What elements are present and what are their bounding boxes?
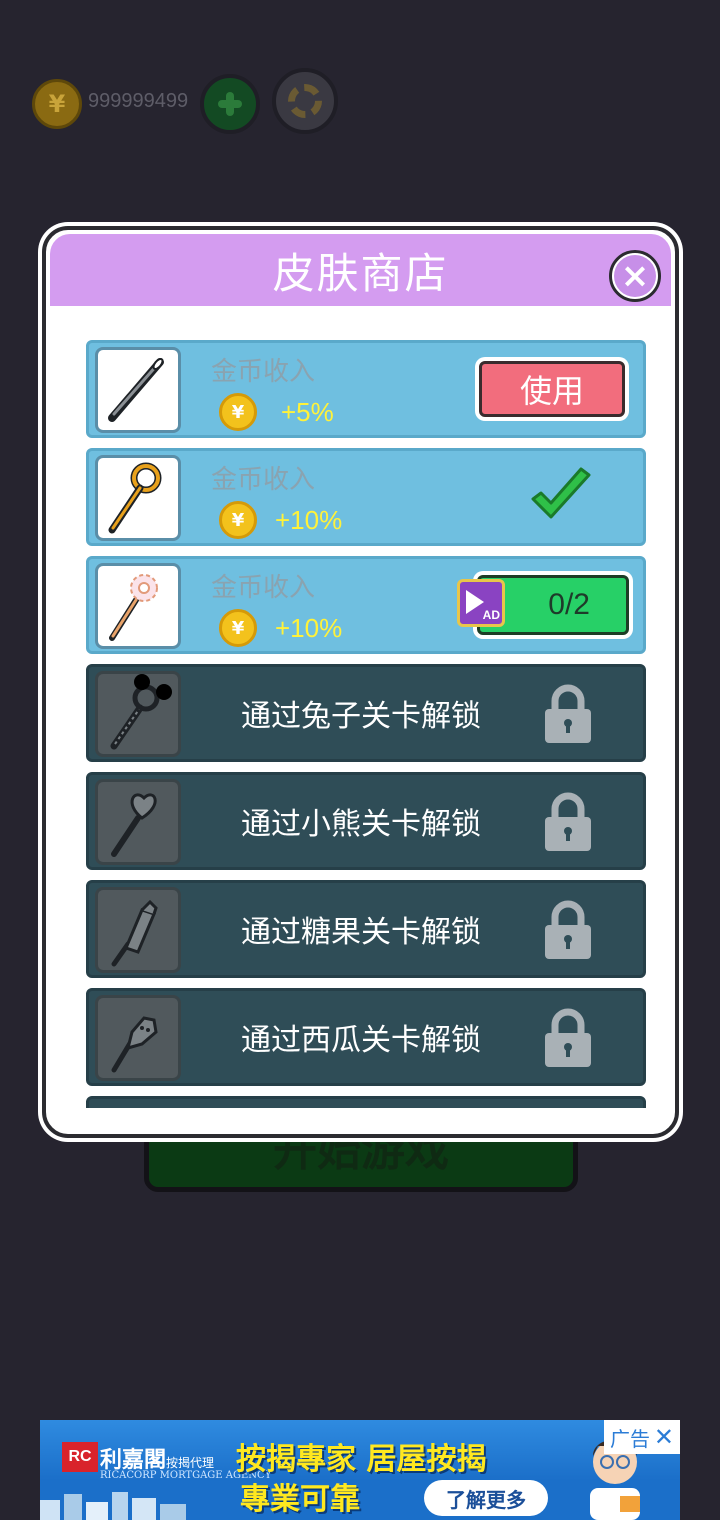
income-bonus: +10%	[275, 505, 343, 535]
skin-mouse-thumbnail	[95, 671, 181, 757]
lock-icon	[545, 900, 591, 959]
income-label: 金币收入	[211, 357, 316, 387]
use-skin-button[interactable]: 使用	[475, 357, 629, 421]
coin-icon: ¥	[219, 393, 257, 431]
skin-row-needle[interactable]: 金币收入 ¥ +5% 使用	[86, 340, 646, 438]
income-label: 金币收入	[211, 465, 316, 495]
income-bonus: +10%	[275, 613, 343, 643]
close-ad-icon[interactable]: ✕	[654, 1425, 674, 1449]
unlock-condition: 通过兔子关卡解锁	[241, 699, 481, 734]
ad-banner[interactable]: RC 利嘉閣按揭代理 RICACORP MORTGAGE AGENCY 按揭專家…	[40, 1420, 680, 1520]
skin-shop-modal: 皮肤商店 × 金币收入 ¥ +5% 使用 金币收入 ¥ +10% 金币收入 ¥ …	[42, 226, 679, 1138]
watch-ad-button[interactable]: 0/2 AD	[457, 571, 633, 639]
skin-row-locked: 通过西瓜关卡解锁	[86, 988, 646, 1086]
settings-gear-icon[interactable]	[272, 68, 338, 134]
income-label: 金币收入	[211, 573, 316, 603]
lock-icon	[545, 1008, 591, 1067]
skin-heart-thumbnail	[95, 779, 181, 865]
coin-icon: ¥	[219, 609, 257, 647]
unlock-condition: 通过西瓜关卡解锁	[241, 1023, 481, 1058]
skin-candy-thumbnail	[95, 887, 181, 973]
buildings-image	[40, 1492, 186, 1520]
close-icon: ×	[614, 255, 656, 297]
modal-title: 皮肤商店	[272, 248, 449, 298]
ad-subheadline: 專業可靠	[240, 1482, 360, 1517]
ad-label: 广告 ✕	[604, 1420, 680, 1454]
equipped-check-icon	[531, 467, 591, 519]
skin-flower-wand-thumbnail	[95, 563, 181, 649]
unlock-condition: 通过糖果关卡解锁	[241, 915, 481, 950]
skin-row-golden-loop[interactable]: 金币收入 ¥ +10%	[86, 448, 646, 546]
lock-icon	[545, 684, 591, 743]
ad-tag-text: 广告	[610, 1426, 650, 1451]
close-button[interactable]: ×	[609, 250, 661, 302]
coin-icon: ¥	[32, 79, 82, 129]
modal-header: 皮肤商店 ×	[50, 234, 671, 306]
skin-row-locked: 通过糖果关卡解锁	[86, 880, 646, 978]
skin-row-locked: 通过兔子关卡解锁	[86, 664, 646, 762]
unlock-condition: 通过小熊关卡解锁	[241, 807, 481, 842]
coin-count: 999999499	[88, 90, 189, 112]
skin-needle-thumbnail	[95, 347, 181, 433]
learn-more-button[interactable]: 了解更多	[424, 1480, 548, 1516]
skin-row-locked: 通过小熊关卡解锁	[86, 772, 646, 870]
skin-row-locked	[86, 1096, 646, 1108]
skin-watermelon-thumbnail	[95, 995, 181, 1081]
skin-list: 金币收入 ¥ +5% 使用 金币收入 ¥ +10% 金币收入 ¥ +10% 0/…	[86, 340, 646, 1108]
skin-row-flower-wand[interactable]: 金币收入 ¥ +10% 0/2 AD	[86, 556, 646, 654]
video-ad-icon: AD	[457, 579, 505, 627]
advertiser-logo: RC	[62, 1442, 98, 1472]
use-skin-label: 使用	[479, 361, 625, 417]
lock-icon	[545, 792, 591, 851]
skin-golden-loop-thumbnail	[95, 455, 181, 541]
income-bonus: +5%	[281, 397, 334, 427]
add-coins-button[interactable]	[200, 74, 260, 134]
coin-icon: ¥	[219, 501, 257, 539]
ad-headline: 按揭專家 居屋按揭	[236, 1442, 487, 1477]
